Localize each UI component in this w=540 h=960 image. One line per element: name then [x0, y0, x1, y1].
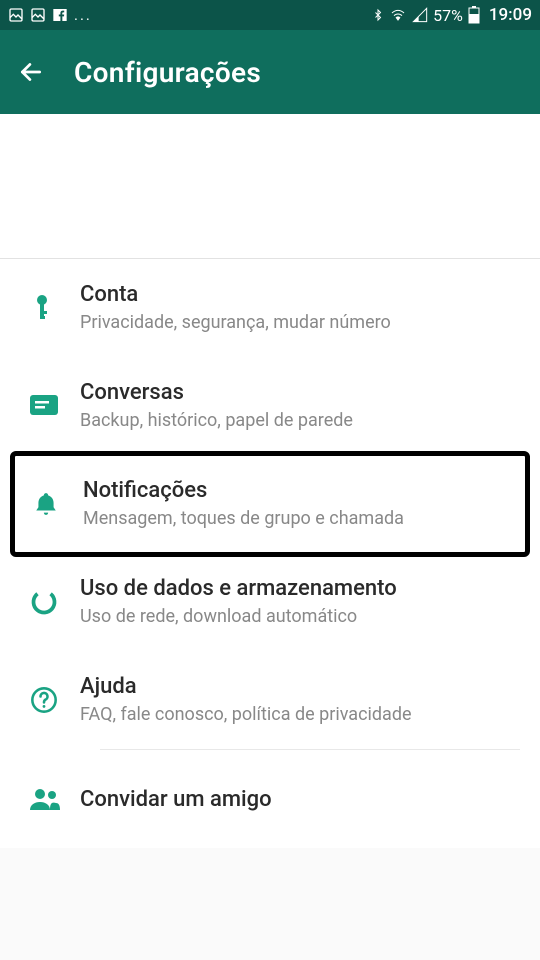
people-icon — [30, 788, 80, 810]
wifi-icon — [389, 7, 407, 23]
chat-icon — [30, 395, 80, 417]
setting-item-invite[interactable]: Convidar um amigo — [0, 750, 540, 848]
app-bar: Configurações — [0, 30, 540, 114]
setting-item-account[interactable]: Conta Privacidade, segurança, mudar núme… — [0, 259, 540, 357]
help-icon — [30, 686, 80, 714]
setting-title: Conta — [80, 282, 524, 307]
status-time: 19:09 — [489, 5, 532, 25]
setting-title: Uso de dados e armazenamento — [80, 576, 524, 601]
setting-item-help[interactable]: Ajuda FAQ, fale conosco, política de pri… — [0, 651, 540, 749]
setting-subtitle: Uso de rede, download automático — [80, 605, 524, 628]
bluetooth-icon — [372, 7, 384, 23]
setting-title: Notificações — [83, 478, 519, 503]
image-icon — [8, 7, 24, 23]
data-usage-icon — [30, 588, 80, 616]
setting-item-notifications[interactable]: Notificações Mensagem, toques de grupo e… — [10, 451, 530, 557]
setting-subtitle: Backup, histórico, papel de parede — [80, 409, 524, 432]
notification-dots: ... — [74, 6, 92, 24]
setting-subtitle: Mensagem, toques de grupo e chamada — [83, 507, 519, 530]
profile-section[interactable] — [0, 114, 540, 259]
setting-item-data[interactable]: Uso de dados e armazenamento Uso de rede… — [0, 553, 540, 651]
setting-title: Ajuda — [80, 674, 524, 699]
signal-icon — [412, 7, 428, 23]
setting-title: Convidar um amigo — [80, 787, 524, 812]
setting-subtitle: FAQ, fale conosco, política de privacida… — [80, 703, 524, 726]
bell-icon — [33, 489, 83, 519]
battery-percentage: 57% — [433, 6, 463, 25]
facebook-icon — [52, 7, 68, 23]
image-icon-2 — [30, 7, 46, 23]
battery-icon — [468, 6, 480, 24]
back-arrow-icon[interactable] — [18, 59, 44, 85]
key-icon — [30, 292, 80, 324]
page-title: Configurações — [74, 56, 261, 89]
setting-item-chats[interactable]: Conversas Backup, histórico, papel de pa… — [0, 357, 540, 455]
status-bar: ... 57% 19:09 — [0, 0, 540, 30]
setting-title: Conversas — [80, 380, 524, 405]
settings-list: Conta Privacidade, segurança, mudar núme… — [0, 259, 540, 848]
setting-subtitle: Privacidade, segurança, mudar número — [80, 311, 524, 334]
